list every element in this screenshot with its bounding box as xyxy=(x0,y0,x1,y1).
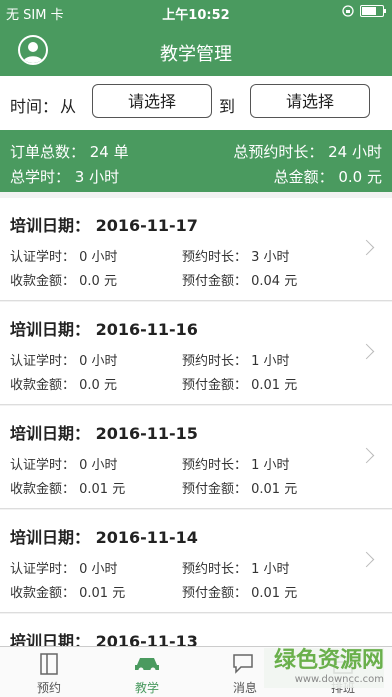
chevron-right-icon xyxy=(358,343,375,360)
booked-hours: 预约时长： 1 小时 xyxy=(182,354,290,369)
booked-hours: 预约时长： 1 小时 xyxy=(182,458,290,473)
tab-label: 教学 xyxy=(134,681,159,695)
from-label: 从 xyxy=(60,97,77,116)
nav-bar: 教学管理 xyxy=(0,26,392,76)
booked-hours-total: 总预约时长： 24 小时 xyxy=(233,143,382,161)
record-card[interactable]: 培训日期： 2016-11-15 认证学时： 0 小时 预约时长： 1 小时 收… xyxy=(0,406,392,509)
tab-teaching[interactable]: 教学 xyxy=(98,647,196,697)
training-date: 培训日期： 2016-11-16 xyxy=(10,320,198,339)
received-amount: 收款金额： 0.0 元 xyxy=(10,274,117,289)
study-hours-total: 总学时： 3 小时 xyxy=(10,168,120,186)
prepaid-amount: 预付金额： 0.01 元 xyxy=(182,482,298,497)
prepaid-amount: 预付金额： 0.01 元 xyxy=(182,586,298,601)
order-count: 订单总数： 24 单 xyxy=(10,143,129,161)
watermark-logo: 绿色资源网 www.downcc.com xyxy=(264,648,384,688)
received-amount: 收款金额： 0.01 元 xyxy=(10,482,126,497)
training-date: 培训日期： 2016-11-15 xyxy=(10,424,198,443)
training-date: 培训日期： 2016-11-14 xyxy=(10,528,198,547)
chevron-right-icon xyxy=(358,447,375,464)
record-card[interactable]: 培训日期： 2016-11-17 认证学时： 0 小时 预约时长： 3 小时 收… xyxy=(0,198,392,301)
status-bar: 无 SIM 卡 上午10:52 xyxy=(0,0,392,26)
amount-total: 总金额： 0.0 元 xyxy=(273,168,382,186)
summary-panel: 订单总数： 24 单 总预约时长： 24 小时 总学时： 3 小时 总金额： 0… xyxy=(0,130,392,192)
car-icon xyxy=(133,653,161,676)
cert-hours: 认证学时： 0 小时 xyxy=(10,354,118,369)
clock: 上午10:52 xyxy=(162,8,230,23)
status-icons xyxy=(342,5,386,17)
battery-icon xyxy=(360,5,386,17)
booked-hours: 预约时长： 3 小时 xyxy=(182,250,290,265)
cert-hours: 认证学时： 0 小时 xyxy=(10,458,118,473)
chevron-right-icon xyxy=(358,551,375,568)
chat-icon xyxy=(232,653,258,678)
cert-hours: 认证学时： 0 小时 xyxy=(10,562,118,577)
record-card[interactable]: 培训日期： 2016-11-16 认证学时： 0 小时 预约时长： 1 小时 收… xyxy=(0,302,392,405)
prepaid-amount: 预付金额： 0.01 元 xyxy=(182,378,298,393)
end-date-button[interactable]: 请选择 xyxy=(250,84,370,118)
training-date: 培训日期： 2016-11-17 xyxy=(10,216,198,235)
date-filter: 时间： 从 请选择 到 请选择 xyxy=(0,76,392,130)
start-date-button[interactable]: 请选择 xyxy=(92,84,212,118)
to-label: 到 xyxy=(219,97,236,116)
received-amount: 收款金额： 0.0 元 xyxy=(10,378,117,393)
book-icon xyxy=(39,653,59,678)
time-label: 时间： xyxy=(10,97,59,116)
booked-hours: 预约时长： 1 小时 xyxy=(182,562,290,577)
prepaid-amount: 预付金额： 0.04 元 xyxy=(182,274,298,289)
page-title: 教学管理 xyxy=(160,44,232,65)
record-card[interactable]: 培训日期： 2016-11-14 认证学时： 0 小时 预约时长： 1 小时 收… xyxy=(0,510,392,613)
watermark-text: 绿色资源网 xyxy=(273,648,384,673)
tab-booking[interactable]: 预约 xyxy=(0,647,98,697)
tab-label: 预约 xyxy=(36,681,61,695)
cert-hours: 认证学时： 0 小时 xyxy=(10,250,118,265)
rotation-lock-icon xyxy=(342,5,354,17)
received-amount: 收款金额： 0.01 元 xyxy=(10,586,126,601)
watermark-url: www.downcc.com xyxy=(294,674,384,685)
chevron-right-icon xyxy=(358,239,375,256)
